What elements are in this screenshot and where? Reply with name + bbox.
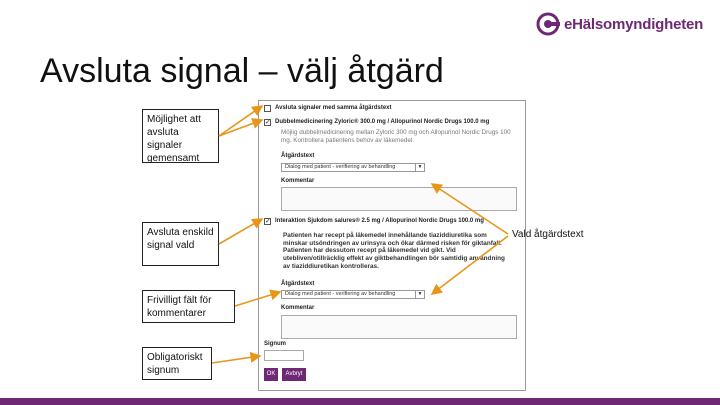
- cancel-button[interactable]: Avbryt: [282, 368, 306, 381]
- signal2-action-select[interactable]: Dialog med patient - verifiering av beha…: [281, 290, 425, 299]
- signal1-title: Dubbelmedicinering Zyloric® 300.0 mg / A…: [275, 119, 490, 125]
- signal1-action-select[interactable]: Dialog med patient - verifiering av beha…: [281, 163, 425, 172]
- chevron-down-icon: ▼: [415, 164, 424, 171]
- logo-text: eHälsomyndigheten: [564, 15, 704, 33]
- close-signal-panel: Avsluta signaler med samma åtgärdstext ✓…: [258, 100, 526, 391]
- callout-chosen-action: Vald åtgärdstext: [512, 229, 584, 240]
- same-action-label: Avsluta signaler med samma åtgärdstext: [275, 105, 392, 111]
- arrow-jointly: [218, 105, 264, 137]
- ehalsomyndigheten-logo: eHälsomyndigheten: [536, 12, 703, 36]
- signal1-action-label: Åtgärdstext: [281, 153, 315, 159]
- signal2-comment-field[interactable]: [281, 315, 517, 339]
- signal1-checkbox[interactable]: ✓: [264, 119, 271, 126]
- callout-jointly: Möjlighet att avsluta signaler gemensamt: [142, 109, 219, 164]
- same-action-checkbox[interactable]: [264, 105, 271, 112]
- chevron-down-icon: ▼: [415, 291, 424, 298]
- signal2-title: Interaktion Sjukdom salures® 2.5 mg / Al…: [275, 218, 484, 224]
- callout-optional: Frivilligt fält för kommentarer: [142, 290, 235, 323]
- callout-mandatory: Obligatoriskt signum: [142, 347, 212, 380]
- ok-button[interactable]: OK: [264, 368, 278, 381]
- signal2-action-label: Åtgärdstext: [281, 281, 315, 287]
- signal2-warning: Patienten har recept på läkemedel innehå…: [283, 232, 505, 270]
- signum-input[interactable]: [264, 350, 304, 361]
- arrow-mandatory: [211, 351, 262, 364]
- page-title: Avsluta signal – välj åtgärd: [40, 52, 444, 90]
- signal2-action-value: Dialog med patient - verifiering av beha…: [285, 291, 396, 297]
- bottom-bar: [0, 398, 720, 405]
- signum-label: Signum: [264, 341, 286, 347]
- signal1-action-value: Dialog med patient - verifiering av beha…: [285, 164, 396, 170]
- signal1-description: Möjlig dubbelmedicinering mellan Zyloric…: [281, 129, 511, 144]
- arrow-signal1: [218, 118, 264, 137]
- signal1-comment-field[interactable]: [281, 187, 517, 211]
- arrow-single: [218, 218, 264, 245]
- signal2-comment-label: Kommentar: [281, 305, 315, 311]
- callout-single: Avsluta enskild signal vald: [142, 222, 219, 266]
- signal1-comment-label: Kommentar: [281, 178, 315, 184]
- logo-mark-icon: [536, 12, 560, 36]
- signal2-checkbox[interactable]: ✓: [264, 218, 271, 225]
